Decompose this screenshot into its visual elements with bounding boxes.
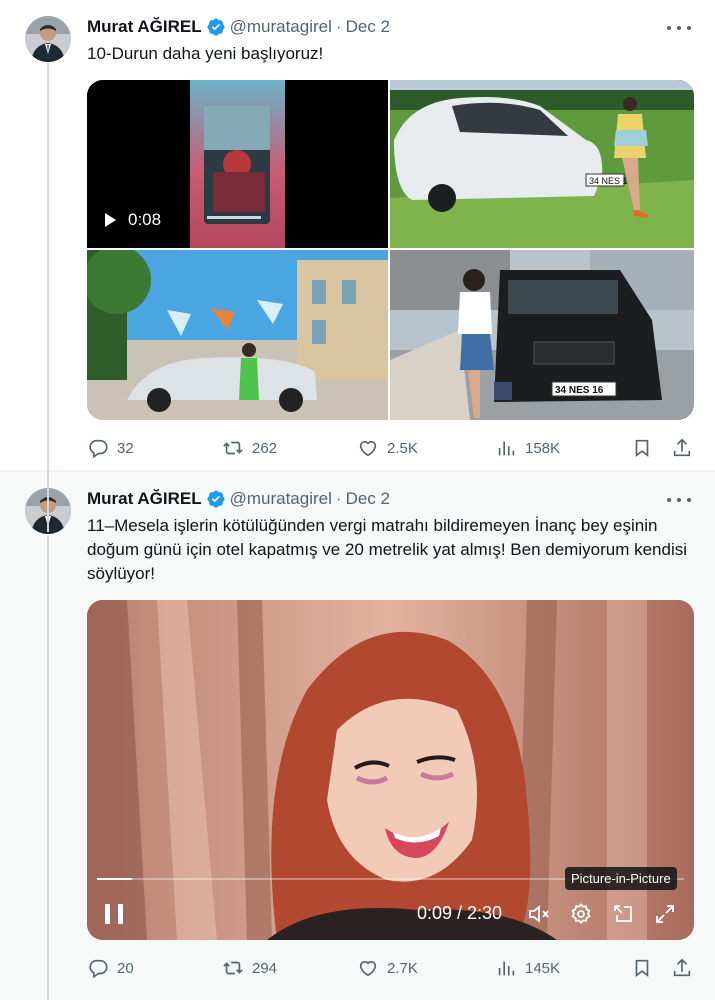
media-photo-car-white[interactable]: 34 NES 16 xyxy=(390,80,694,248)
picture-in-picture-icon[interactable] xyxy=(611,902,635,926)
tweet-date[interactable]: Dec 2 xyxy=(346,489,390,509)
video-progress-fill xyxy=(97,878,133,880)
like-button[interactable]: 2.7K xyxy=(357,956,418,980)
heart-icon xyxy=(359,961,377,977)
verified-badge-icon xyxy=(206,489,226,509)
mute-icon[interactable] xyxy=(527,902,551,926)
media-video-thumbnail[interactable]: 0:08 xyxy=(87,80,388,248)
reply-count: 20 xyxy=(117,959,134,977)
fullscreen-icon[interactable] xyxy=(653,902,677,926)
license-plate-1: 34 NES 16 xyxy=(589,176,633,186)
reply-icon xyxy=(89,959,108,979)
video-time: 0:09 / 2:30 xyxy=(417,903,503,923)
thread-line-mid xyxy=(47,62,49,532)
pause-icon[interactable] xyxy=(105,904,123,924)
tweet-header: Murat AĞIREL @muratagirel · Dec 2 xyxy=(87,488,390,510)
share-button[interactable] xyxy=(671,956,701,980)
tweet-header: Murat AĞIREL @muratagirel · Dec 2 xyxy=(87,16,390,38)
separator-dot: · xyxy=(335,17,342,36)
like-count: 2.5K xyxy=(387,439,418,457)
author-name[interactable]: Murat AĞIREL xyxy=(87,489,202,509)
media-grid: 0:08 34 NES 16 34 NES 16 xyxy=(87,80,694,420)
verified-badge-icon xyxy=(206,17,226,37)
views-button[interactable]: 145K xyxy=(495,956,560,980)
share-icon xyxy=(673,958,691,977)
views-count: 158K xyxy=(525,439,561,457)
repost-icon xyxy=(223,441,243,455)
tweet-text: 10-Durun daha yeni başlıyoruz! xyxy=(87,44,324,63)
author-handle[interactable]: @muratagirel xyxy=(230,17,332,37)
heart-icon xyxy=(359,441,377,457)
tweet[interactable]: Murat AĞIREL @muratagirel · Dec 2 10-Dur… xyxy=(0,0,715,470)
tweet-text: 11–Mesela işlerin kötülüğünden vergi mat… xyxy=(87,516,687,583)
thread-line-bottom xyxy=(47,536,49,1000)
more-options-icon[interactable] xyxy=(667,18,691,38)
views-button[interactable]: 158K xyxy=(495,436,560,460)
video-player[interactable]: Picture-in-Picture 0:09 / 2:30 xyxy=(87,600,694,940)
reply-button[interactable]: 32 xyxy=(87,436,134,460)
author-handle[interactable]: @muratagirel xyxy=(230,489,332,509)
bookmark-button[interactable] xyxy=(631,956,661,980)
tweet-date[interactable]: Dec 2 xyxy=(346,17,390,37)
more-options-icon[interactable] xyxy=(667,490,691,510)
media-photo-street[interactable] xyxy=(87,250,388,420)
repost-button[interactable]: 294 xyxy=(222,956,277,980)
reply-count: 32 xyxy=(117,439,134,457)
license-plate-2: 34 NES 16 xyxy=(555,385,604,396)
like-button[interactable]: 2.5K xyxy=(357,436,418,460)
play-icon xyxy=(105,213,116,227)
views-count: 145K xyxy=(525,959,561,977)
bookmark-button[interactable] xyxy=(631,436,661,460)
tweet-actions: 32 262 2.5K 158K xyxy=(87,436,697,460)
repost-button[interactable]: 262 xyxy=(222,436,277,460)
author-name[interactable]: Murat AĞIREL xyxy=(87,17,202,37)
views-chart-icon xyxy=(498,441,515,456)
reply-icon xyxy=(89,439,108,459)
repost-count: 294 xyxy=(252,959,278,977)
video-duration-badge: 0:08 xyxy=(105,210,161,230)
tweet[interactable]: Murat AĞIREL @muratagirel · Dec 2 11–Mes… xyxy=(0,472,715,1000)
avatar[interactable] xyxy=(25,16,71,62)
bookmark-icon xyxy=(635,439,649,457)
separator-dot: · xyxy=(335,489,342,508)
views-chart-icon xyxy=(498,961,515,976)
settings-gear-icon[interactable] xyxy=(569,902,593,926)
tweet-actions: 20 294 2.7K 145K xyxy=(87,956,697,980)
pip-tooltip: Picture-in-Picture xyxy=(565,867,677,890)
reply-button[interactable]: 20 xyxy=(87,956,134,980)
repost-count: 262 xyxy=(252,439,278,457)
share-button[interactable] xyxy=(671,436,701,460)
video-duration: 0:08 xyxy=(128,210,162,229)
share-icon xyxy=(673,438,691,457)
bookmark-icon xyxy=(635,959,649,977)
media-photo-car-black[interactable]: 34 NES 16 xyxy=(390,250,694,420)
repost-icon xyxy=(223,961,243,975)
like-count: 2.7K xyxy=(387,959,418,977)
